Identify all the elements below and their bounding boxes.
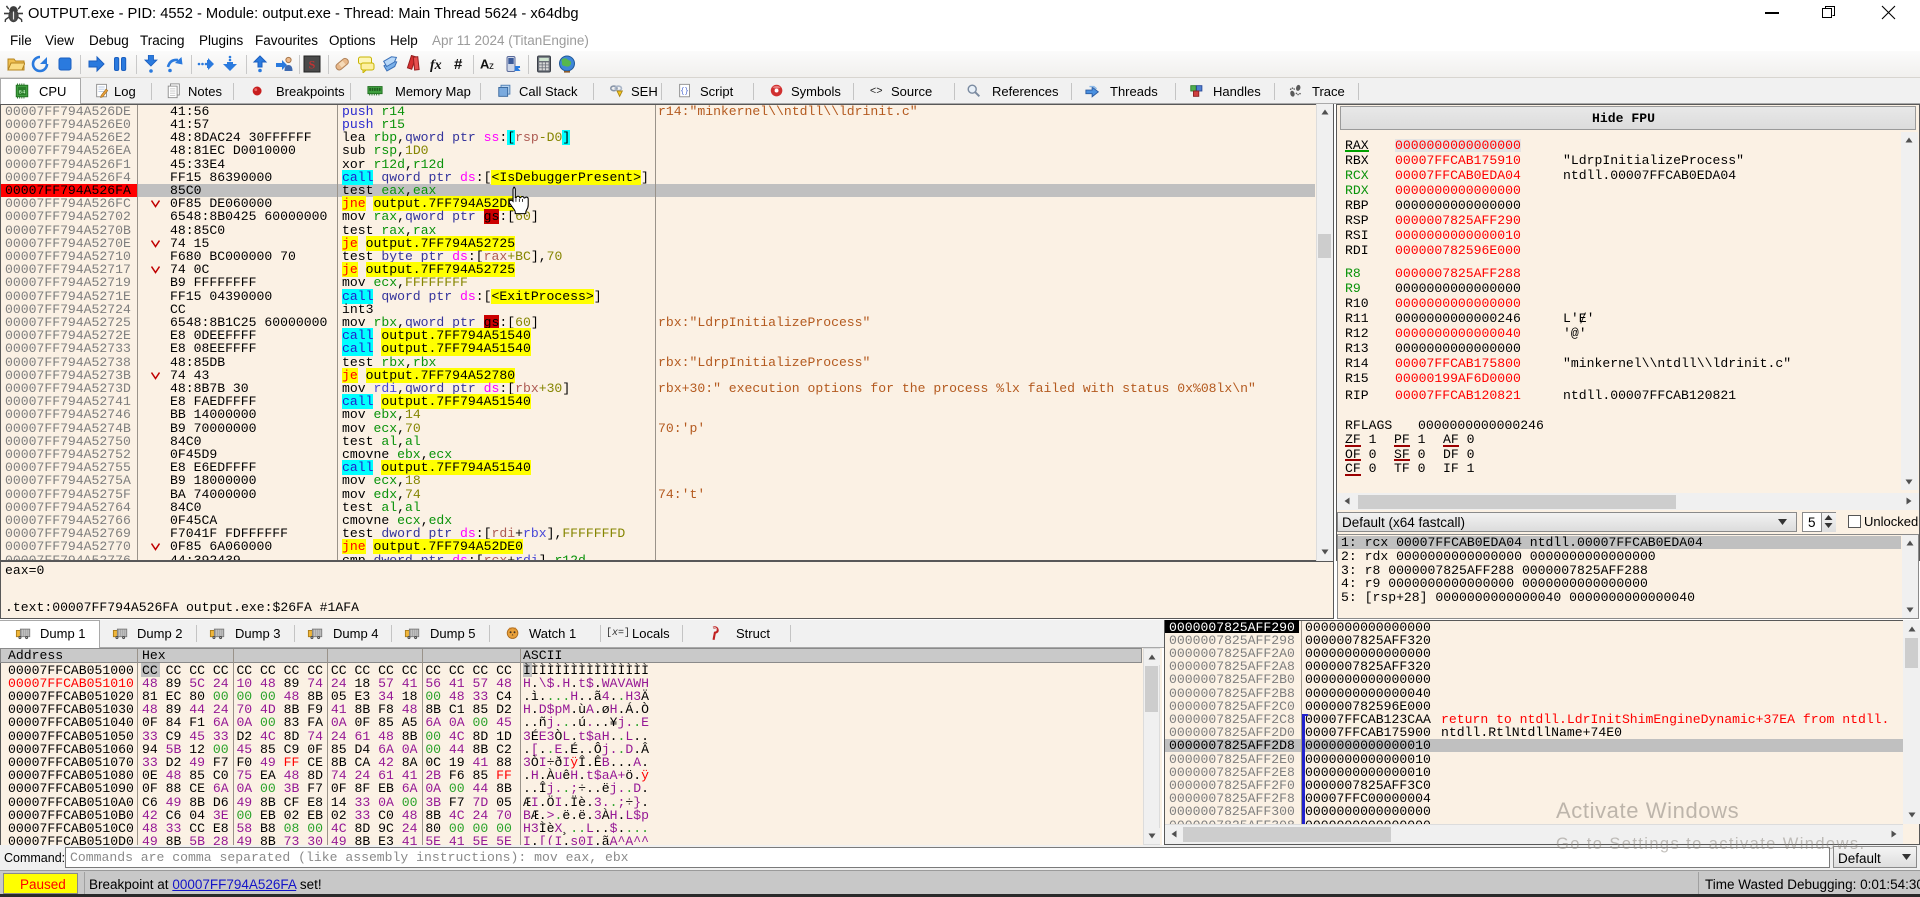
svg-text:#: # <box>454 56 463 73</box>
svg-text:64: 64 <box>19 88 26 95</box>
svg-text:<>: <> <box>870 86 883 98</box>
svg-text:{}: {} <box>680 88 689 96</box>
svg-text:fx: fx <box>430 58 442 73</box>
svg-text:z: z <box>489 61 494 72</box>
svg-text:S: S <box>309 58 316 72</box>
